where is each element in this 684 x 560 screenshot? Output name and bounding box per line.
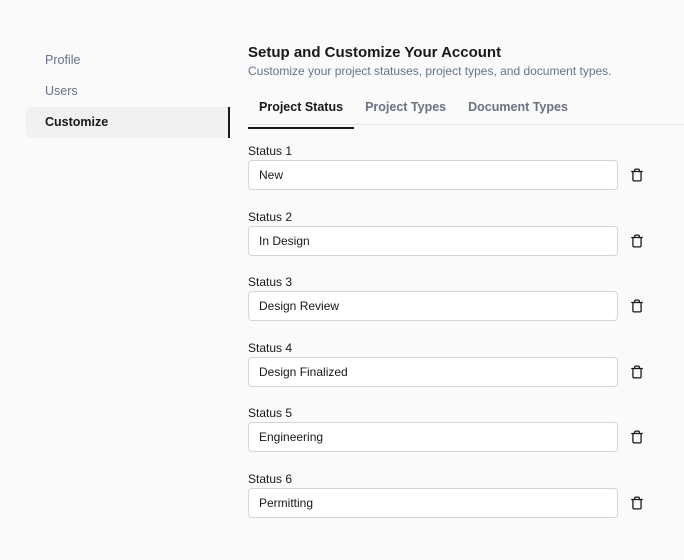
status-field: Status 2	[248, 210, 684, 276]
tab-project-types[interactable]: Project Types	[354, 94, 457, 124]
trash-icon	[631, 496, 643, 510]
status-field: Status 5	[248, 406, 684, 472]
delete-status-button[interactable]	[625, 360, 649, 384]
sidebar-item-users[interactable]: Users	[26, 76, 230, 107]
status-field: Status 6	[248, 472, 684, 538]
status-input[interactable]	[248, 160, 618, 190]
status-label: Status 1	[248, 144, 293, 158]
sidebar: Profile Users Customize	[26, 45, 230, 138]
status-input[interactable]	[248, 291, 618, 322]
page-title: Setup and Customize Your Account	[248, 44, 502, 61]
status-label: Status 5	[248, 406, 293, 421]
delete-status-button[interactable]	[625, 294, 649, 318]
tab-document-types[interactable]: Document Types	[457, 94, 579, 124]
trash-icon	[631, 299, 643, 313]
trash-icon	[631, 430, 643, 444]
status-label: Status 6	[248, 471, 293, 486]
trash-icon	[631, 234, 643, 248]
tab-project-status[interactable]: Project Status	[248, 94, 355, 129]
status-label: Status 3	[248, 275, 293, 290]
delete-status-button[interactable]	[625, 491, 649, 515]
status-input[interactable]	[248, 487, 618, 518]
status-list: Status 1 Status 2 Status 3	[248, 144, 684, 538]
sidebar-item-profile[interactable]: Profile	[26, 45, 230, 76]
main-content: Setup and Customize Your Account Customi…	[248, 44, 684, 538]
trash-icon	[631, 168, 643, 182]
tab-bar: Project Status Project Types Document Ty…	[248, 94, 684, 129]
delete-status-button[interactable]	[625, 229, 649, 253]
settings-page: Profile Users Customize Setup and Custom…	[0, 0, 684, 560]
sidebar-item-customize[interactable]: Customize	[26, 107, 230, 138]
status-label: Status 4	[248, 340, 293, 355]
page-subtitle: Customize your project statuses, project…	[248, 64, 612, 78]
status-field: Status 1	[248, 144, 684, 210]
status-input[interactable]	[248, 225, 618, 256]
delete-status-button[interactable]	[625, 163, 649, 187]
delete-status-button[interactable]	[625, 425, 649, 449]
trash-icon	[631, 365, 643, 379]
status-field: Status 4	[248, 341, 684, 407]
status-label: Status 2	[248, 209, 293, 224]
status-input[interactable]	[248, 422, 618, 453]
status-input[interactable]	[248, 356, 618, 387]
status-field: Status 3	[248, 275, 684, 341]
